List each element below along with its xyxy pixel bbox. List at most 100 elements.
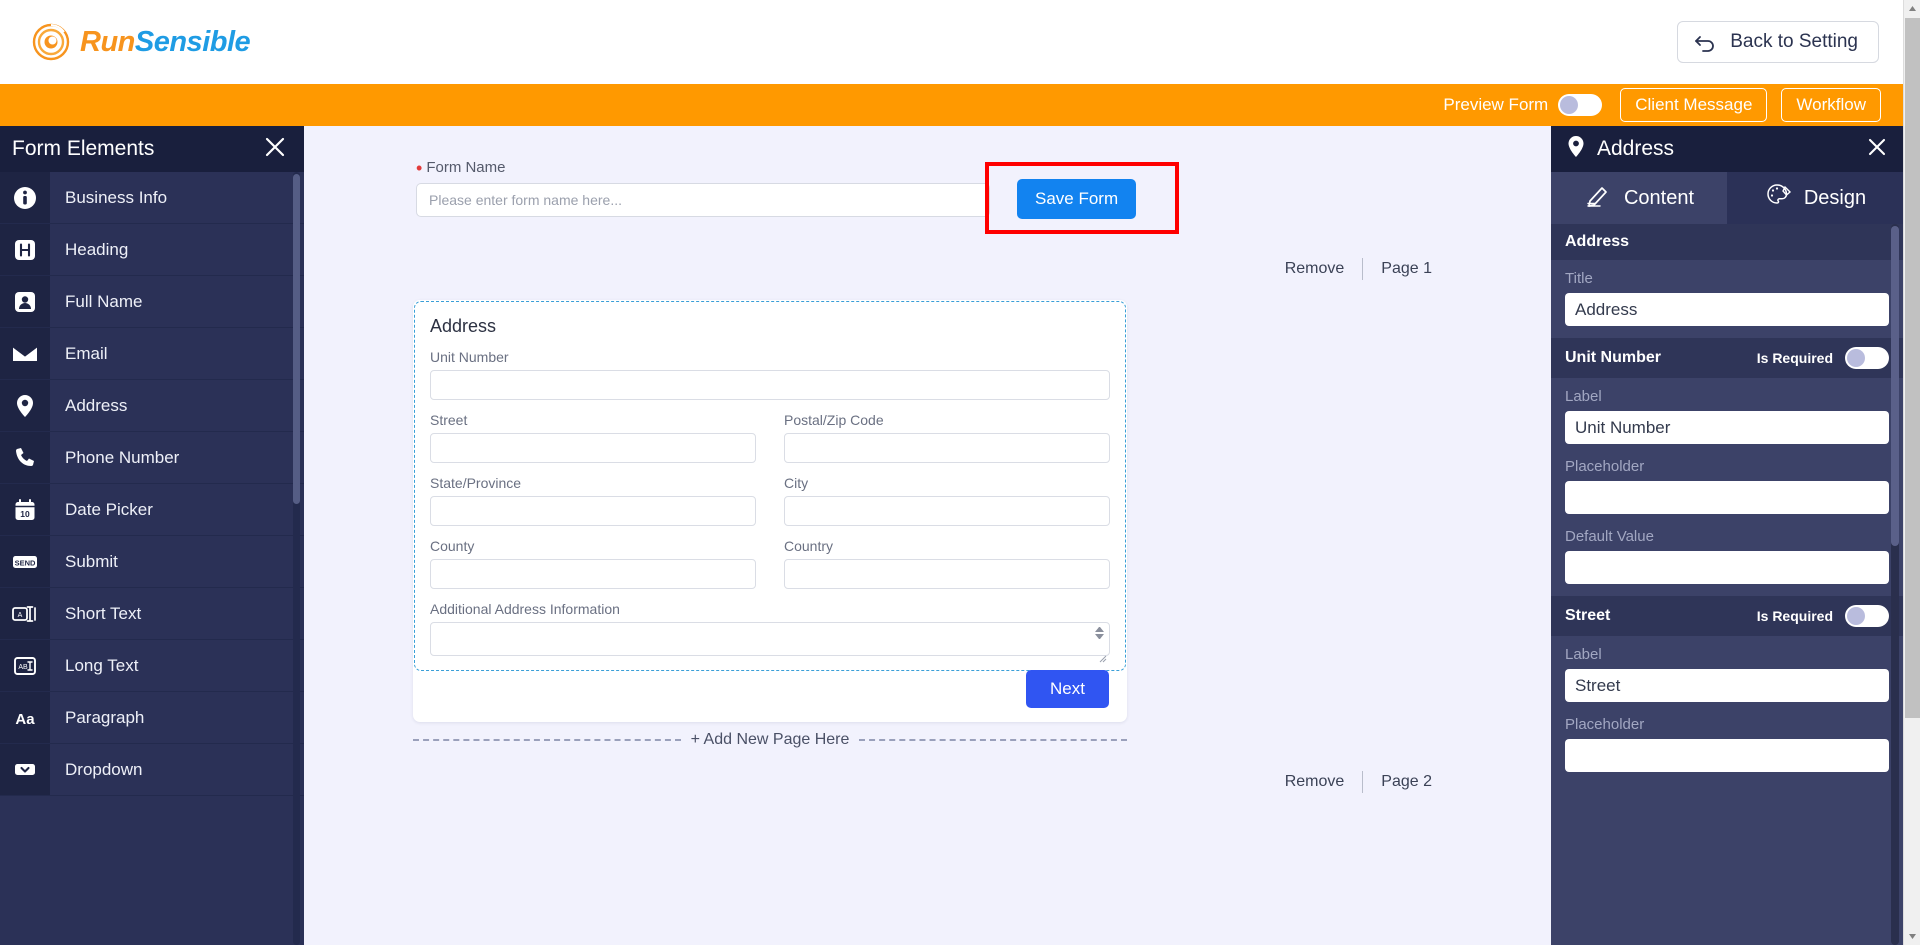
field-label: Postal/Zip Code xyxy=(784,412,884,428)
address-field-block[interactable]: Address Unit Number Street Postal/Zip Co… xyxy=(414,301,1126,671)
field-label-placeholder: Placeholder xyxy=(1565,458,1645,475)
form-builder-app: RunSensible Back to Setting Preview Form… xyxy=(0,0,1920,945)
properties-scroll-area: Address Title Unit Number Is Required La… xyxy=(1551,224,1903,794)
county-input[interactable] xyxy=(430,559,756,589)
unit-number-input[interactable] xyxy=(430,370,1110,400)
back-to-setting-button[interactable]: Back to Setting xyxy=(1677,21,1879,63)
scroll-down-arrow-icon[interactable] xyxy=(1904,928,1920,945)
preview-form-control[interactable]: Preview Form xyxy=(1443,94,1603,116)
remove-page-button-bottom[interactable]: Remove xyxy=(1285,773,1345,791)
brand-name-part2: Sensible xyxy=(134,25,251,58)
field-label-placeholder: Placeholder xyxy=(1565,716,1645,733)
dashed-line-right xyxy=(859,739,1128,741)
sidebar-item-label: Heading xyxy=(65,239,129,259)
next-button[interactable]: Next xyxy=(1026,670,1109,708)
field-label: Street xyxy=(430,412,468,428)
form-name-input[interactable] xyxy=(416,183,990,217)
street-placeholder-input[interactable] xyxy=(1565,739,1889,772)
form-page-card: Address Unit Number Street Postal/Zip Co… xyxy=(413,300,1127,722)
street-postal-row: Street Postal/Zip Code xyxy=(430,412,1110,463)
sidebar-item-label: Phone Number xyxy=(65,447,180,467)
tab-design[interactable]: Design xyxy=(1727,172,1903,224)
divider xyxy=(1362,258,1364,280)
tab-content-label: Content xyxy=(1623,186,1695,209)
svg-text:A: A xyxy=(18,612,23,619)
sidebar-item-label: Business Info xyxy=(65,187,168,207)
page-indicator[interactable]: Page 1 xyxy=(1381,260,1432,278)
svg-text:10: 10 xyxy=(20,509,30,519)
sidebar-item-full-name[interactable]: Full Name xyxy=(0,276,304,328)
save-form-button[interactable]: Save Form xyxy=(1017,179,1137,219)
sidebar-item-submit[interactable]: SEND Submit xyxy=(0,536,304,588)
preview-form-toggle[interactable] xyxy=(1558,94,1603,116)
remove-page-button[interactable]: Remove xyxy=(1285,260,1345,278)
sidebar-item-label: Dropdown xyxy=(65,759,143,779)
sidebar-item-date-picker[interactable]: 10 Date Picker xyxy=(0,484,304,536)
sidebar-item-phone-number[interactable]: Phone Number xyxy=(0,432,304,484)
field-label-label: Label xyxy=(1565,388,1602,405)
is-required-toggle-unit-number[interactable] xyxy=(1845,347,1889,369)
form-canvas: • Form Name Save Form Remove Page 1 Addr… xyxy=(304,126,1551,945)
phone-icon xyxy=(0,432,50,483)
is-required-label: Is Required xyxy=(1756,608,1833,624)
required-control-street: Is Required xyxy=(1757,605,1889,627)
close-icon[interactable] xyxy=(1865,135,1889,164)
sidebar-item-paragraph[interactable]: Aa Paragraph xyxy=(0,692,304,744)
street-label-input[interactable] xyxy=(1565,669,1889,702)
svg-text:AB: AB xyxy=(18,664,28,671)
long-text-icon: AB xyxy=(0,640,50,691)
dashed-line-left xyxy=(413,739,681,741)
add-new-page-button[interactable]: + Add New Page Here xyxy=(691,731,850,749)
info-circle-icon xyxy=(0,172,50,223)
workflow-button[interactable]: Workflow xyxy=(1781,88,1881,122)
close-icon[interactable] xyxy=(262,134,288,165)
unit-number-placeholder-input[interactable] xyxy=(1565,481,1889,514)
properties-panel: Address Content Design Address Title Add… xyxy=(1551,126,1903,945)
additional-address-wrap xyxy=(430,622,1110,663)
street-input[interactable] xyxy=(430,433,756,463)
country-field: Country xyxy=(784,538,1110,589)
client-message-button[interactable]: Client Message xyxy=(1620,88,1768,122)
form-elements-sidebar: Form Elements Business Info Heading Full… xyxy=(0,126,304,945)
sidebar-item-address[interactable]: Address xyxy=(0,380,304,432)
scroll-up-arrow-icon[interactable] xyxy=(1904,0,1920,17)
resize-grip-icon[interactable] xyxy=(1099,650,1107,663)
unit-number-default-value-input[interactable] xyxy=(1565,551,1889,584)
section-body-street: Label Placeholder xyxy=(1551,636,1903,784)
sidebar-item-email[interactable]: Email xyxy=(0,328,304,380)
location-pin-icon xyxy=(1565,135,1587,164)
browser-scrollbar[interactable] xyxy=(1903,0,1920,945)
svg-text:SEND: SEND xyxy=(15,558,36,567)
additional-address-textarea[interactable] xyxy=(430,622,1110,656)
section-header-street: Street Is Required xyxy=(1551,596,1903,636)
browser-scrollbar-thumb[interactable] xyxy=(1905,18,1920,718)
section-title: Street xyxy=(1565,607,1611,624)
properties-scrollbar-thumb[interactable] xyxy=(1891,226,1899,546)
tab-content[interactable]: Content xyxy=(1551,172,1727,224)
sidebar-item-heading[interactable]: Heading xyxy=(0,224,304,276)
action-bar: Preview Form Client Message Workflow xyxy=(0,84,1903,126)
field-label: City xyxy=(784,475,809,491)
sidebar-item-short-text[interactable]: A Short Text xyxy=(0,588,304,640)
tab-design-label: Design xyxy=(1803,186,1867,209)
sidebar-item-label: Short Text xyxy=(65,603,142,623)
field-label: County xyxy=(430,538,475,554)
sidebar-item-long-text[interactable]: AB Long Text xyxy=(0,640,304,692)
back-to-setting-label: Back to Setting xyxy=(1730,31,1858,52)
unit-number-label-input[interactable] xyxy=(1565,411,1889,444)
sidebar-item-business-info[interactable]: Business Info xyxy=(0,172,304,224)
country-input[interactable] xyxy=(784,559,1110,589)
address-title-input[interactable] xyxy=(1565,293,1889,326)
state-province-input[interactable] xyxy=(430,496,756,526)
sidebar-scrollbar-thumb[interactable] xyxy=(293,174,300,504)
city-input[interactable] xyxy=(784,496,1110,526)
sidebar-item-dropdown[interactable]: Dropdown xyxy=(0,744,304,796)
is-required-toggle-street[interactable] xyxy=(1845,605,1889,627)
dropdown-chevron-icon xyxy=(0,744,50,795)
address-block-title: Address xyxy=(430,316,497,336)
section-header-unit-number: Unit Number Is Required xyxy=(1551,338,1903,378)
sidebar-header: Form Elements xyxy=(0,126,304,172)
page-indicator-bottom[interactable]: Page 2 xyxy=(1381,773,1432,791)
postal-zip-input[interactable] xyxy=(784,433,1110,463)
brand-logo[interactable]: RunSensible xyxy=(32,23,251,61)
